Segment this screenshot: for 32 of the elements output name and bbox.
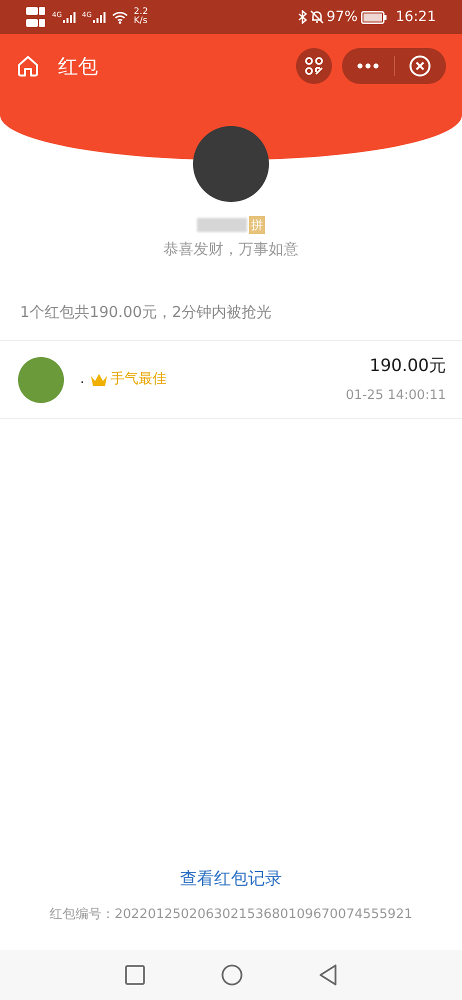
scan-button[interactable] [296,48,332,84]
greeting-text: 恭喜发财，万事如意 [164,239,298,260]
network-speed: 2.2 [134,8,148,17]
home-icon[interactable] [16,54,40,78]
network-speed-unit: K/s [134,17,148,26]
avatar-placeholder [18,356,64,402]
muted-bell-icon [310,10,324,24]
more-icon [356,63,379,69]
best-luck-label: 手气最佳 [110,370,166,389]
square-icon[interactable] [125,965,145,985]
signal-icon [62,12,76,22]
packet-number-label: 红包编号： [50,906,115,922]
close-icon [409,55,432,77]
summary-text: 1个红包共190.00元，2分钟内被抢光 [19,302,273,322]
page-title: 红包 [58,53,98,80]
back-triangle-icon[interactable] [319,964,337,986]
signal-icon [92,12,106,22]
battery-percentage: 97% [326,8,358,26]
circle-icon[interactable] [221,964,243,986]
user-name: . [80,370,84,389]
blurred-name-placeholder [197,218,247,232]
amount-text: 190.00元 [370,355,446,378]
group-buy-badge: 拼 [249,216,265,234]
sim-card-icon [26,5,46,29]
wifi-icon [112,10,128,24]
battery-icon [360,10,387,24]
clock-time: 16:21 [396,8,436,26]
scan-icon [304,56,324,76]
packet-number: 202201250206302153680109670074555921 [114,906,412,922]
view-records-link[interactable]: 查看红包记录 [180,867,282,892]
received-time: 01-25 14:00:11 [346,386,446,404]
bluetooth-icon [298,10,307,24]
